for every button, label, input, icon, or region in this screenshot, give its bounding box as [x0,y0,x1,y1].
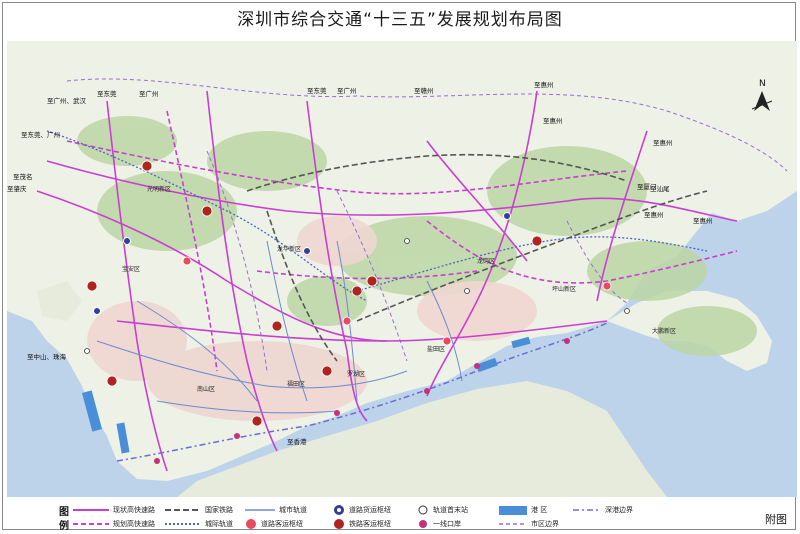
legend-label: 道路货运枢纽 [349,506,391,514]
metro-swatch [245,509,275,511]
sz-hk-boundary-swatch [573,509,601,511]
legend-intercity-rail: 城际轨道 [165,518,233,530]
legend-label: 港 区 [531,506,548,514]
district-label: 光明新区 [147,185,171,193]
district-boundary-swatch [499,523,527,525]
dir-label: 至惠州 [644,210,664,219]
legend-harbor-area: 港 区 [499,504,547,516]
legend-label: 铁路客运枢纽 [349,520,391,528]
harbor-area-swatch [499,505,527,515]
district-label: 坪山新区 [552,285,576,293]
road-freight-hub-icon [334,505,344,515]
legend-metro: 城市轨道 [245,504,307,516]
legend-planned-expressway: 规划高快速路 [73,518,155,530]
dir-label: 至惠州 [653,138,673,147]
district-label: 盐田区 [427,345,445,353]
map-frame: 深圳市综合交通“十三五”发展规划布局图 至东莞 至广州、武汉 至东莞、广州 至广… [2,2,797,532]
legend-label: 现状高快速路 [113,506,155,514]
legend-label: 深港边界 [605,506,633,514]
dir-label: 至惠州 [543,116,563,125]
district-label: 福田区 [287,380,305,388]
rail-passenger-hub-icon [334,519,344,529]
legend-road-freight-hub: 道路货运枢纽 [333,504,391,516]
dir-label: 至惠州 [693,216,713,225]
legend-label: 城际轨道 [205,520,233,528]
legend-national-rail: 国家铁路 [165,504,233,516]
dir-label: 至茂名 [13,172,33,181]
figure-tag: 附图 [765,513,787,526]
existing-expressway-swatch [73,509,109,511]
dir-label: 至东莞 [307,86,327,95]
rail-terminal-icon [418,505,428,515]
legend-sz-hk-boundary: 深港边界 [573,504,633,516]
dir-label: 至惠州 [534,80,554,89]
dir-label: 至广州 [337,86,357,95]
legend-label: 城市轨道 [279,506,307,514]
dir-label: 至广州 [139,89,159,98]
legend-rail-passenger-hub: 铁路客运枢纽 [333,518,391,530]
legend-label: 市区边界 [531,520,559,528]
district-label: 罗湖区 [347,370,365,378]
dir-label: 至肇庆 [7,184,27,193]
legend-district-boundary: 市区边界 [499,518,559,530]
dir-label: 至中山、珠海 [27,352,67,361]
dir-label: 至香港 [287,437,307,446]
legend-road-passenger-hub: 道路客运枢纽 [245,518,303,530]
legend-label: 轨道首末站 [433,506,468,514]
legend-title-bottom: 例 [59,521,69,532]
dir-label: 至广州、武汉 [47,96,87,105]
district-label: 大鹏新区 [652,327,676,335]
legend-label: 一线口岸 [433,520,461,528]
dir-label: 至东莞、广州 [21,130,60,139]
legend-title-top: 图 [59,507,69,518]
dir-label: 至赣州 [414,86,434,95]
district-label: 宝安区 [122,265,140,273]
road-passenger-hub-icon [246,519,256,529]
dir-label: 至东莞 [97,89,117,98]
legend-rail-terminal: 轨道首末站 [417,504,468,516]
first-line-port-icon [419,520,427,528]
district-label: 南山区 [197,385,215,393]
legend-label: 规划高快速路 [113,520,155,528]
north-label: N [759,79,766,89]
shenzhen-transport-map: 至东莞 至广州、武汉 至东莞、广州 至广州 至茂名 至肇庆 至东莞 至广州 至赣… [7,41,797,497]
planned-expressway-swatch [73,523,109,525]
dir-label: 至厦门 [637,182,657,191]
district-label: 龙岗区 [477,257,495,265]
legend-existing-expressway: 现状高快速路 [73,504,155,516]
legend-label: 道路客运枢纽 [261,520,303,528]
district-label: 龙华新区 [277,245,301,253]
intercity-rail-swatch [165,523,201,525]
national-rail-swatch [165,509,201,511]
map-canvas: 至东莞 至广州、武汉 至东莞、广州 至广州 至茂名 至肇庆 至东莞 至广州 至赣… [7,41,797,497]
legend: 图 例 现状高快速路 规划高快速路 国家铁路 城际轨道 城市轨道 道路客运枢纽 [7,499,793,532]
legend-first-line-port: 一线口岸 [417,518,461,530]
legend-label: 国家铁路 [205,506,233,514]
map-title: 深圳市综合交通“十三五”发展规划布局图 [237,10,563,30]
